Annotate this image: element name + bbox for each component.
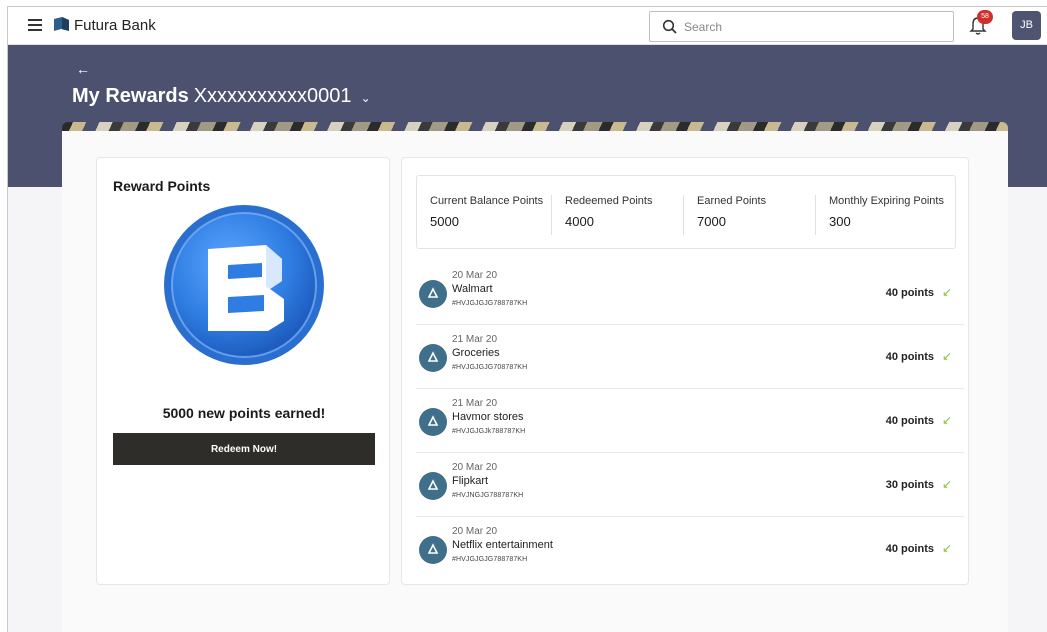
transaction-merchant: Flipkart (452, 475, 489, 487)
merchant-icon (419, 536, 447, 564)
merchant-icon (419, 344, 447, 372)
stat-value: 7000 (697, 214, 726, 229)
points-summary: Current Balance Points 5000 Redeemed Poi… (416, 175, 956, 249)
transaction-points: 40 points (885, 287, 934, 299)
merchant-icon (419, 408, 447, 436)
stat-label: Earned Points (697, 195, 767, 207)
earned-arrow-icon: ↙ (941, 285, 952, 299)
transaction-row[interactable]: 21 Mar 20 Havmor stores #HVJGJGJk788787K… (416, 389, 964, 453)
transaction-date: 21 Mar 20 (452, 334, 498, 345)
stat-value: 5000 (430, 214, 459, 229)
transaction-date: 20 Mar 20 (452, 270, 498, 281)
page-title: My Rewards (72, 85, 189, 107)
transaction-merchant: Walmart (452, 283, 493, 295)
transaction-reference: #HVJGJGJk788787KH (452, 428, 526, 435)
transaction-points: 40 points (885, 543, 934, 555)
transaction-reference: #HVJGJGJG788787KH (452, 556, 528, 563)
earned-arrow-icon: ↙ (941, 349, 952, 363)
merchant-icon (419, 280, 447, 308)
stat-earned: Earned Points 7000 (683, 195, 815, 235)
points-earned-message: 5000 new points earned! (162, 405, 326, 421)
stat-monthly-expiring: Monthly Expiring Points 300 (815, 195, 955, 235)
reward-card-title: Reward Points (113, 178, 211, 194)
brand-name[interactable]: Futura Bank (74, 17, 156, 34)
transaction-points: 30 points (885, 479, 934, 491)
stat-label: Current Balance Points (430, 195, 544, 207)
transaction-date: 20 Mar 20 (452, 526, 498, 537)
earned-arrow-icon: ↙ (941, 477, 952, 491)
redeem-now-button[interactable]: Redeem Now! (113, 433, 375, 465)
top-navigation-bar: Futura Bank 58 JB (8, 7, 1047, 45)
decorative-banner-strip (62, 122, 1008, 131)
transaction-merchant: Netflix entertainment (452, 539, 553, 551)
earned-arrow-icon: ↙ (941, 541, 952, 555)
transaction-row[interactable]: 20 Mar 20 Flipkart #HVJNGJG788787KH 30 p… (416, 453, 964, 517)
transaction-row[interactable]: 21 Mar 20 Groceries #HVJGJGJG708787KH 40… (416, 325, 964, 389)
account-selector[interactable]: My Rewards Xxxxxxxxxxx0001 ⌄ (72, 85, 371, 108)
transaction-reference: #HVJGJGJG788787KH (452, 300, 528, 307)
stat-value: 4000 (565, 214, 594, 229)
earned-arrow-icon: ↙ (941, 413, 952, 427)
user-avatar[interactable]: JB (1012, 11, 1041, 40)
transaction-points: 40 points (885, 415, 934, 427)
notification-badge[interactable]: 58 (977, 10, 993, 24)
transaction-reference: #HVJGJGJG708787KH (452, 364, 528, 371)
transaction-date: 21 Mar 20 (452, 398, 498, 409)
stat-label: Monthly Expiring Points (829, 195, 944, 207)
transaction-reference: #HVJNGJG788787KH (452, 492, 524, 499)
transaction-points: 40 points (885, 351, 934, 363)
transaction-merchant: Groceries (452, 347, 500, 359)
stat-label: Redeemed Points (565, 195, 653, 207)
back-arrow-icon[interactable]: ← (76, 61, 90, 77)
chevron-down-icon: ⌄ (360, 91, 371, 105)
menu-icon[interactable] (28, 19, 42, 31)
stat-current-balance: Current Balance Points 5000 (417, 195, 551, 235)
stat-redeemed: Redeemed Points 4000 (551, 195, 685, 235)
bank-logo-icon[interactable] (54, 17, 69, 31)
coin-logo-icon (164, 205, 324, 365)
transaction-row[interactable]: 20 Mar 20 Netflix entertainment #HVJGJGJ… (416, 517, 964, 581)
merchant-icon (419, 472, 447, 500)
search-box[interactable] (649, 11, 954, 42)
transaction-merchant: Havmor stores (452, 411, 524, 423)
search-input[interactable] (684, 17, 944, 37)
transaction-date: 20 Mar 20 (452, 462, 498, 473)
transactions-card: Current Balance Points 5000 Redeemed Poi… (401, 157, 969, 585)
search-icon (662, 19, 677, 34)
stat-value: 300 (829, 214, 851, 229)
account-number: Xxxxxxxxxxx0001 (193, 85, 352, 107)
reward-points-card: Reward Points 5000 new points earned! Re… (96, 157, 390, 585)
transaction-row[interactable]: 20 Mar 20 Walmart #HVJGJGJG788787KH 40 p… (416, 261, 964, 325)
